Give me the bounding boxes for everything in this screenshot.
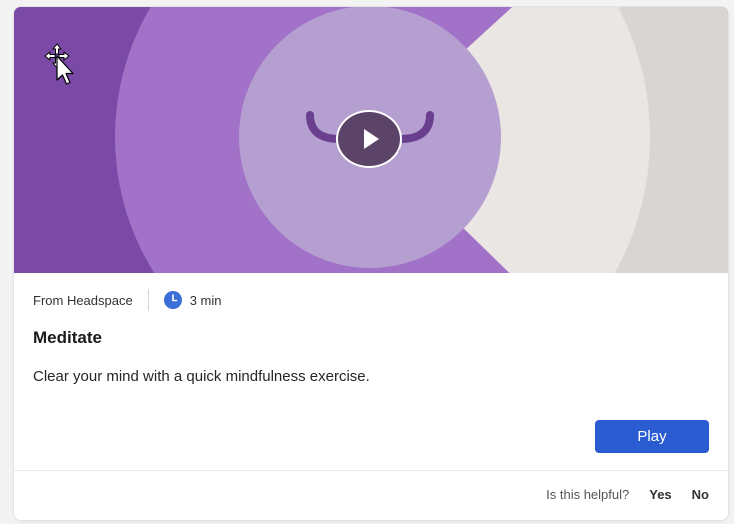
hero-thumbnail[interactable] (14, 7, 728, 273)
video-play-button[interactable] (336, 110, 402, 168)
meta-divider (147, 289, 149, 311)
play-button[interactable]: Play (595, 420, 709, 453)
move-cursor-icon (44, 43, 74, 85)
source-label: From Headspace (33, 292, 133, 308)
card-meta: From Headspace 3 min (33, 289, 222, 311)
clock-icon (163, 291, 182, 309)
card-title: Meditate (33, 328, 102, 347)
feedback-yes-button[interactable]: Yes (649, 487, 671, 502)
play-icon (364, 129, 379, 149)
feedback-no-button[interactable]: No (692, 487, 709, 502)
feedback-bar: Is this helpful? Yes No (546, 487, 709, 502)
feedback-question: Is this helpful? (546, 487, 630, 502)
meditation-card: From Headspace 3 min Meditate Clear your… (13, 6, 729, 521)
footer-divider (14, 470, 728, 471)
card-description: Clear your mind with a quick mindfulness… (33, 368, 370, 385)
duration-label: 3 min (189, 292, 222, 308)
